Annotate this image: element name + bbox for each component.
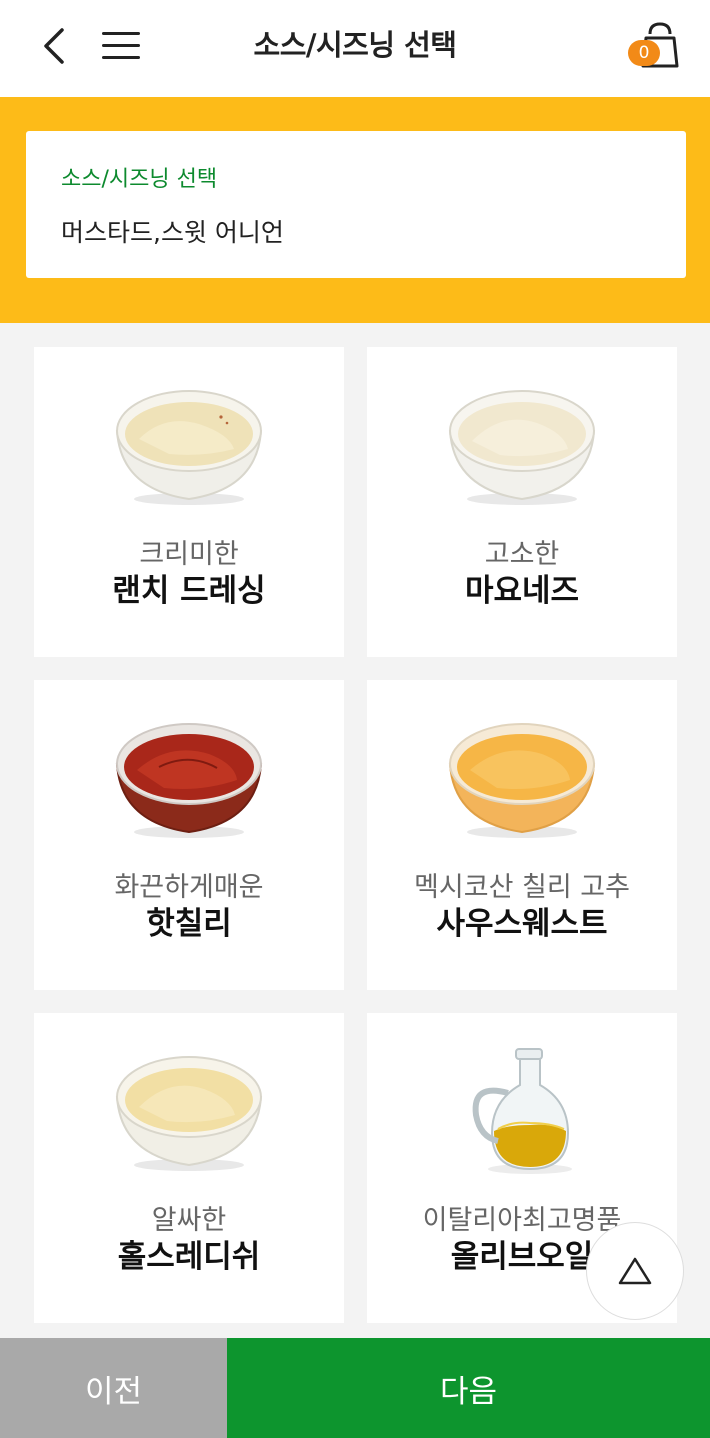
sauce-name: 랜치 드레싱 — [112, 573, 266, 609]
olive-oil-jar-image — [472, 1048, 572, 1174]
selection-value: 머스타드,스윗 어니언 — [61, 218, 284, 247]
sauce-card-hot-chili[interactable]: 화끈하게매운 핫칠리 — [34, 680, 344, 990]
page-title: 소스/시즈닝 선택 — [253, 28, 457, 62]
prev-button[interactable]: 이전 — [0, 1338, 227, 1438]
sauce-name: 마요네즈 — [464, 573, 580, 609]
selection-banner: 소스/시즈닝 선택 머스타드,스윗 어니언 — [0, 97, 710, 323]
cart-count-badge: 0 — [628, 40, 660, 66]
sauce-name: 홀스레디쉬 — [117, 1239, 261, 1275]
top-bar: 소스/시즈닝 선택 0 — [0, 0, 710, 97]
scroll-to-top-button[interactable] — [586, 1222, 684, 1320]
sauce-card-mayonnaise[interactable]: 고소한 마요네즈 — [367, 347, 677, 657]
sauce-name: 사우스웨스트 — [436, 906, 608, 942]
mayonnaise-bowl-image — [448, 390, 596, 505]
sauce-name: 핫칠리 — [146, 906, 232, 942]
sauce-card-horseradish[interactable]: 알싸한 홀스레디쉬 — [34, 1013, 344, 1323]
selection-label: 소스/시즈닝 선택 — [61, 167, 218, 192]
selection-card: 소스/시즈닝 선택 머스타드,스윗 어니언 — [26, 131, 686, 278]
southwest-bowl-image — [448, 723, 596, 838]
sauce-card-ranch[interactable]: 크리미한 랜치 드레싱 — [34, 347, 344, 657]
bottom-bar: 이전 다음 — [0, 1338, 710, 1438]
hot-chili-bowl-image — [115, 723, 263, 838]
cart-button[interactable]: 0 — [620, 20, 684, 76]
next-button[interactable]: 다음 — [227, 1338, 710, 1438]
sauce-grid: 크리미한 랜치 드레싱 고소한 마요네즈 화끈하게매운 핫칠리 멕시코산 칠리 … — [0, 323, 710, 1338]
horseradish-bowl-image — [115, 1056, 263, 1171]
triangle-up-icon — [618, 1257, 652, 1285]
sauce-card-southwest[interactable]: 멕시코산 칠리 고추 사우스웨스트 — [367, 680, 677, 990]
ranch-bowl-image — [115, 390, 263, 505]
